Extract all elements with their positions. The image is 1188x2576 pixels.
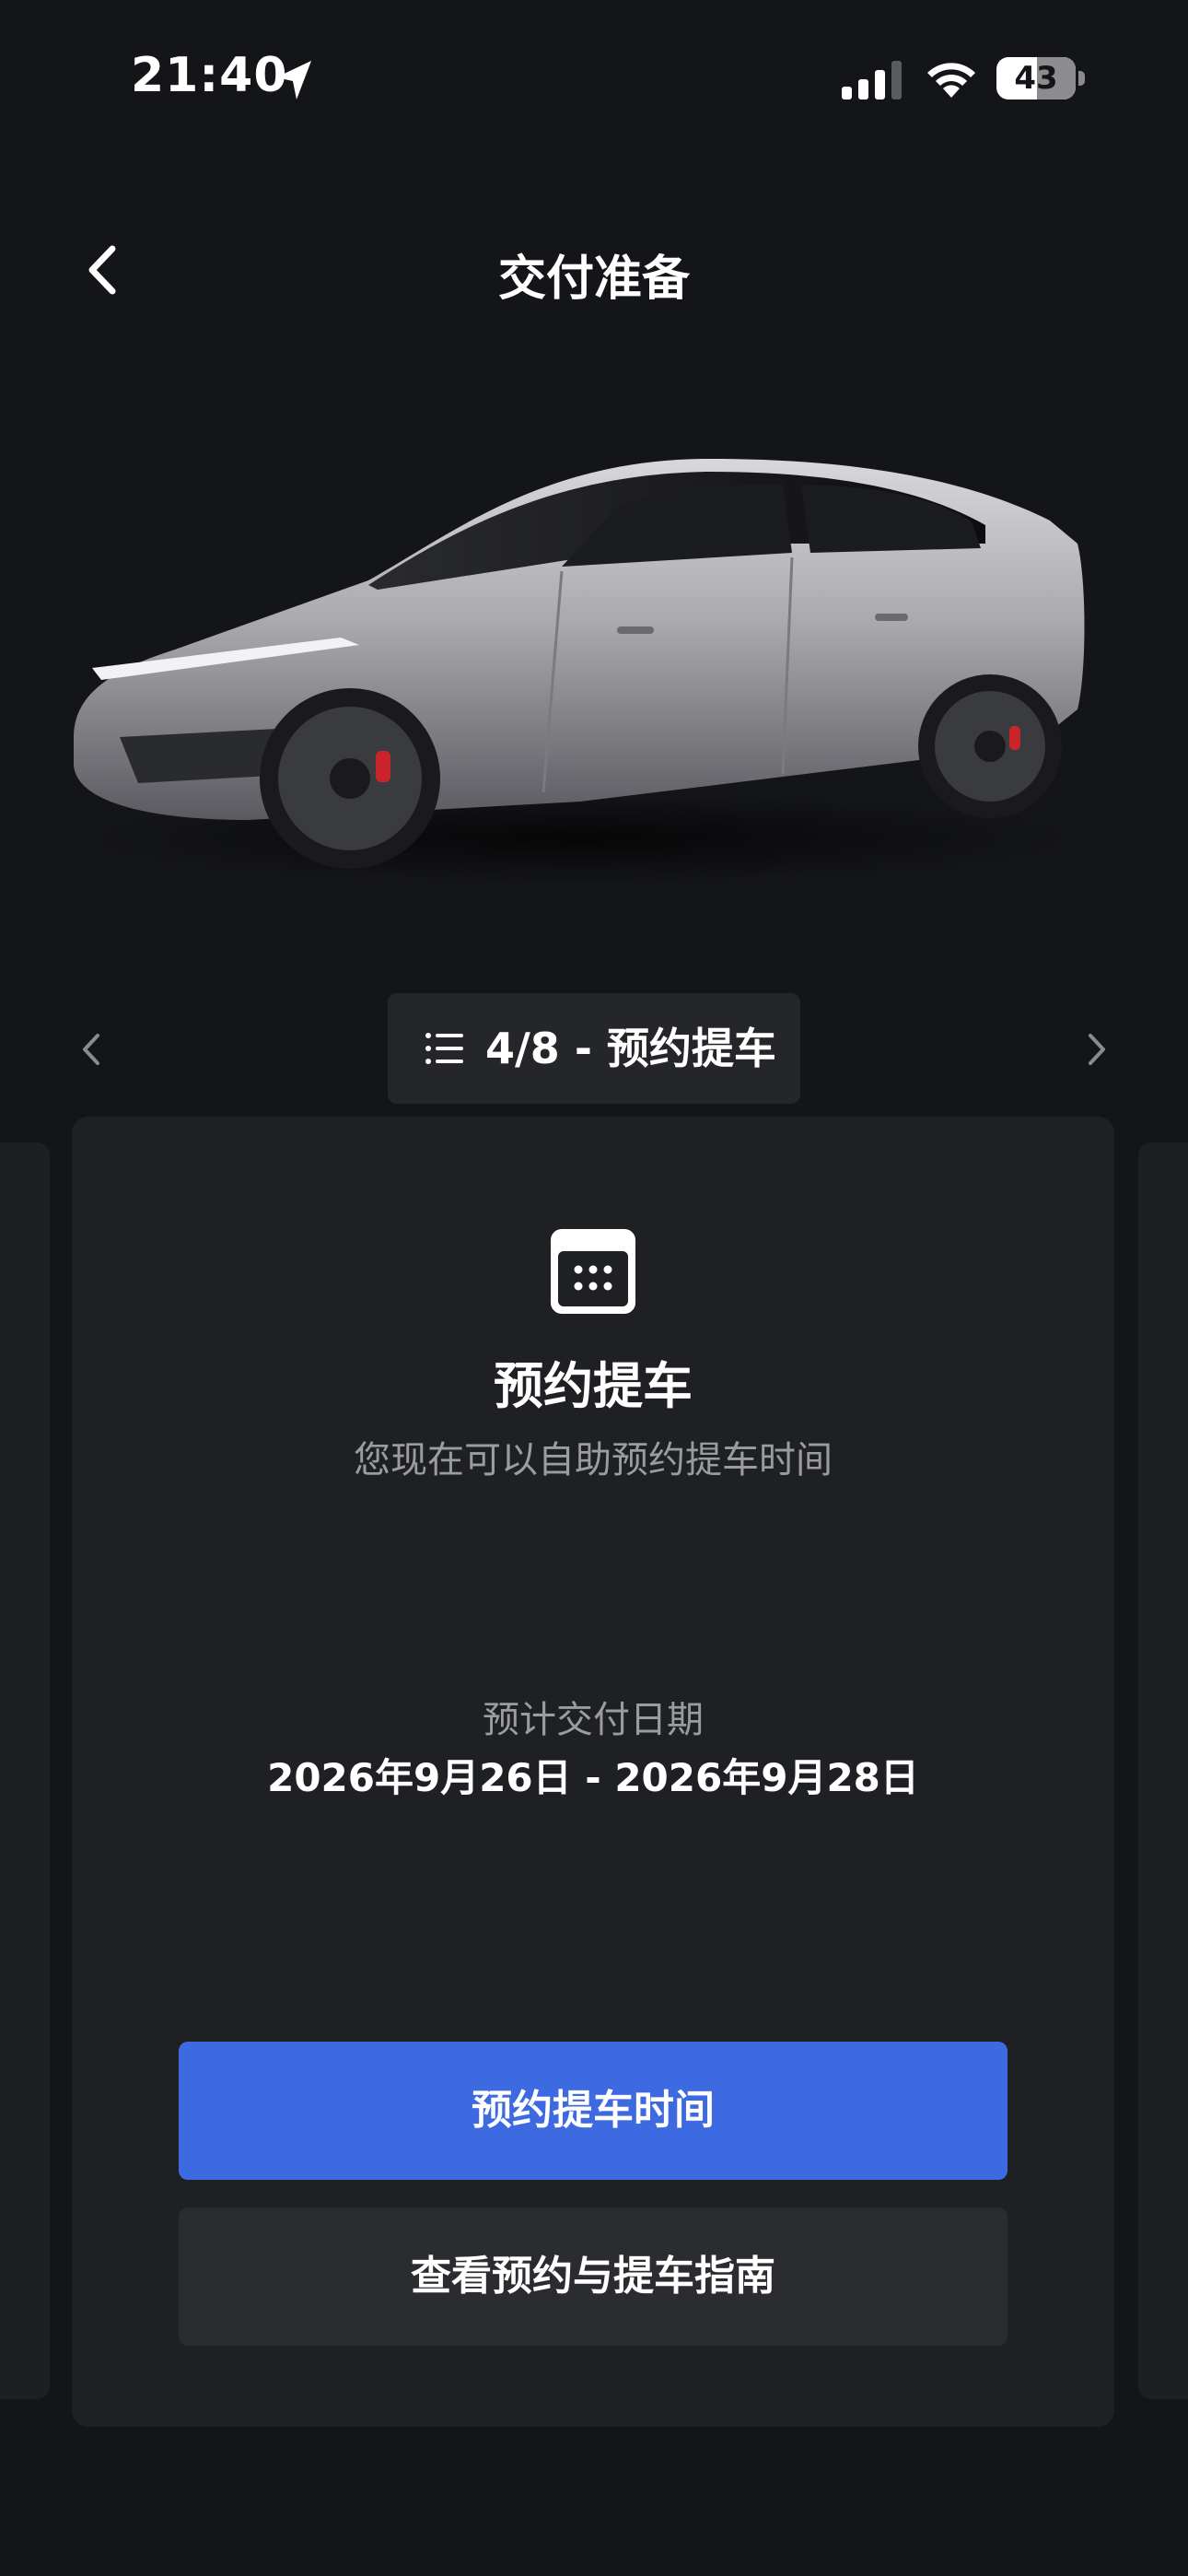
previous-step-card[interactable]: [0, 1142, 50, 2399]
navigation-bar: 交付准备: [0, 212, 1188, 332]
list-icon: [425, 1033, 463, 1064]
pickup-guide-label: 查看预约与提车指南: [411, 2253, 775, 2300]
status-bar: 21:40 43: [0, 0, 1188, 157]
next-step-button[interactable]: [1077, 1026, 1114, 1072]
card-title: 预约提车: [494, 1357, 693, 1415]
card-subtitle: 您现在可以自助预约提车时间: [354, 1439, 833, 1481]
vehicle-image: [74, 459, 1085, 884]
status-time: 21:40: [131, 48, 288, 103]
step-card: 预约提车 您现在可以自助预约提车时间 预计交付日期 2026年9月26日 - 2…: [72, 1117, 1114, 2427]
delivery-date-label: 预计交付日期: [483, 1699, 704, 1741]
pickup-guide-button[interactable]: 查看预约与提车指南: [179, 2207, 1007, 2346]
page-title: 交付准备: [497, 252, 690, 307]
calendar-icon: [551, 1229, 635, 1314]
step-selector[interactable]: 4/8 - 预约提车: [388, 993, 800, 1104]
step-navigation: 4/8 - 预约提车: [0, 993, 1188, 1104]
location-arrow-icon: [276, 61, 311, 100]
schedule-pickup-button[interactable]: 预约提车时间: [179, 2042, 1007, 2180]
battery-icon: 43: [996, 57, 1085, 100]
schedule-pickup-label: 预约提车时间: [472, 2087, 715, 2134]
step-label: 4/8 - 预约提车: [485, 1024, 776, 1073]
previous-step-button[interactable]: [74, 1026, 111, 1072]
delivery-date-range: 2026年9月26日 - 2026年9月28日: [267, 1755, 919, 1800]
battery-percent: 43: [1014, 60, 1058, 97]
next-step-card[interactable]: [1138, 1142, 1188, 2399]
wifi-icon: [927, 63, 975, 98]
cellular-signal-icon: [842, 61, 902, 100]
